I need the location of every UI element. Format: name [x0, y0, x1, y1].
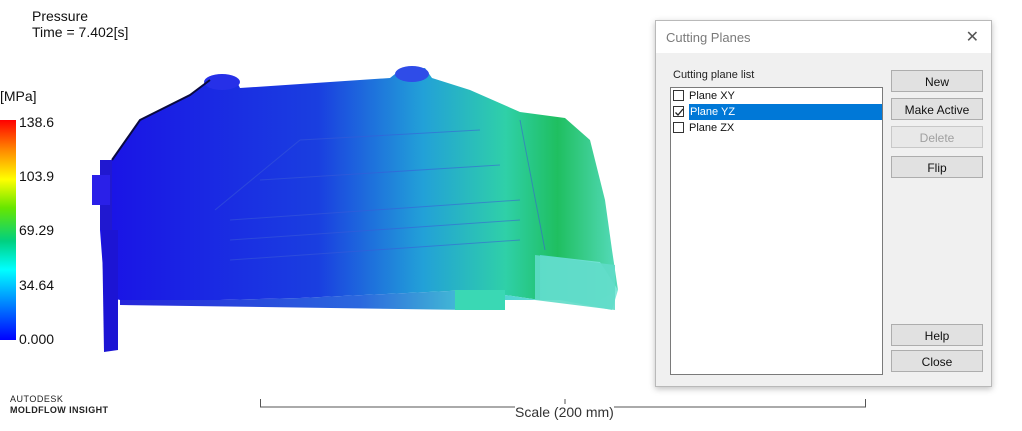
flip-button[interactable]: Flip: [891, 156, 983, 178]
checkmark-icon: [675, 108, 684, 116]
make-active-button[interactable]: Make Active: [891, 98, 983, 120]
model-viewport[interactable]: [0, 0, 640, 380]
list-item-label: Plane XY: [689, 90, 735, 102]
autodesk-moldflow-logo: AUTODESK MOLDFLOW INSIGHT: [10, 394, 108, 416]
plane-yz-checkbox[interactable]: [673, 106, 684, 117]
logo-line-2: MOLDFLOW INSIGHT: [10, 405, 109, 415]
list-item-plane-yz[interactable]: Plane YZ: [671, 104, 882, 120]
plane-zx-checkbox[interactable]: [673, 122, 684, 133]
plane-xy-checkbox[interactable]: [673, 90, 684, 101]
new-button[interactable]: New: [891, 70, 983, 92]
cutting-plane-list[interactable]: Plane XY Plane YZ Plane ZX: [670, 87, 883, 375]
dialog-titlebar[interactable]: Cutting Planes ✕: [656, 21, 991, 53]
list-item-label: Plane YZ: [689, 104, 882, 120]
logo-line-1: AUTODESK: [10, 394, 64, 404]
scale-label: Scale (200 mm): [515, 404, 614, 420]
dialog-title: Cutting Planes: [666, 30, 751, 45]
list-item-plane-zx[interactable]: Plane ZX: [671, 120, 882, 136]
cutting-planes-dialog: Cutting Planes ✕ Cutting plane list Plan…: [655, 20, 992, 387]
list-item-plane-xy[interactable]: Plane XY: [671, 88, 882, 104]
part-mesh: [92, 66, 618, 352]
help-button[interactable]: Help: [891, 324, 983, 346]
list-item-label: Plane ZX: [689, 122, 735, 134]
delete-button[interactable]: Delete: [891, 126, 983, 148]
close-icon[interactable]: ✕: [966, 27, 979, 47]
cutting-plane-list-label: Cutting plane list: [673, 69, 755, 81]
close-button[interactable]: Close: [891, 350, 983, 372]
